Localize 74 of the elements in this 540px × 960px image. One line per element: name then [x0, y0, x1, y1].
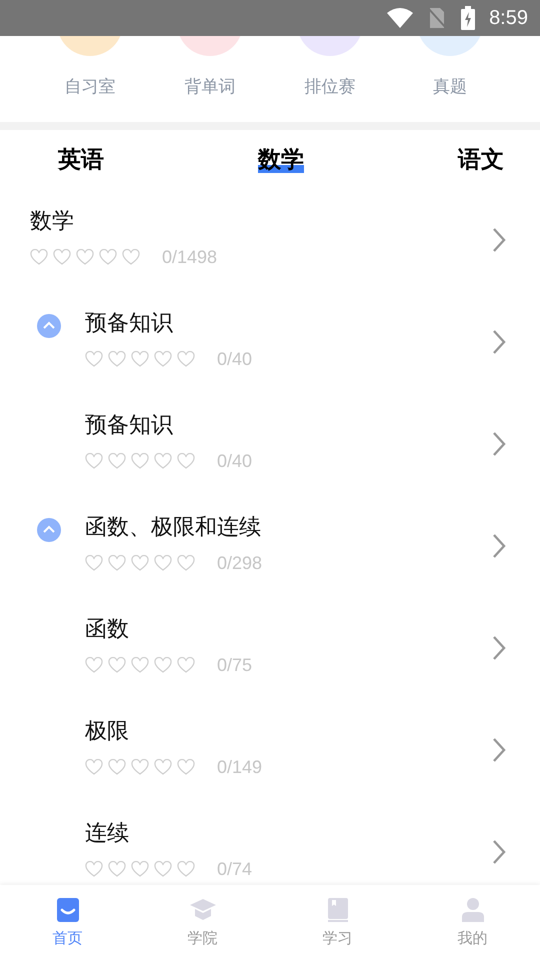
heart-icon	[85, 759, 103, 776]
collapse-icon[interactable]	[37, 518, 61, 542]
heart-icon	[177, 453, 195, 470]
heart-icon	[177, 657, 195, 674]
heart-icon	[99, 249, 117, 266]
heart-icon	[154, 351, 172, 368]
heart-icon	[131, 759, 149, 776]
chapter-title: 预备知识	[85, 310, 173, 338]
heart-icon	[177, 351, 195, 368]
heart-icon	[177, 861, 195, 878]
heart-icon	[85, 861, 103, 878]
chevron-icon[interactable]	[492, 737, 506, 763]
chapter-title: 预备知识	[85, 412, 173, 440]
chapter-title: 函数	[85, 616, 129, 644]
heart-icon	[85, 657, 103, 674]
chevron-icon[interactable]	[492, 329, 506, 355]
nav-tab[interactable]: 我的	[428, 885, 518, 960]
heart-icon	[131, 555, 149, 572]
heart-icon	[108, 351, 126, 368]
battery-icon	[461, 6, 476, 30]
chevron-icon[interactable]	[492, 533, 506, 559]
nav-tab[interactable]: 学院	[158, 885, 248, 960]
feature-link[interactable]: 排位赛	[304, 75, 356, 98]
progress-count: 0/40	[217, 349, 252, 370]
nav-tab[interactable]: 首页	[22, 885, 112, 960]
person-icon	[460, 897, 486, 923]
heart-icon	[131, 657, 149, 674]
nav-tab[interactable]: 学习	[292, 885, 382, 960]
progress-count: 0/149	[217, 757, 262, 778]
heart-icon	[154, 555, 172, 572]
progress-count: 0/74	[217, 859, 252, 880]
heart-icon	[53, 249, 71, 266]
heart-icon	[177, 555, 195, 572]
heart-icon	[76, 249, 94, 266]
heart-icon	[154, 453, 172, 470]
clock: 8:59	[489, 6, 528, 30]
heart-icon	[108, 657, 126, 674]
chevron-icon[interactable]	[492, 431, 506, 457]
heart-icon	[131, 861, 149, 878]
heart-icon	[108, 861, 126, 878]
feature-link[interactable]: 真题	[433, 75, 467, 98]
chapter-title: 极限	[85, 718, 129, 746]
subject-tab[interactable]: 语文	[458, 147, 504, 173]
chevron-icon[interactable]	[492, 227, 506, 253]
progress-count: 0/75	[217, 655, 252, 676]
progress-count: 0/40	[217, 451, 252, 472]
heart-icon	[108, 759, 126, 776]
heart-icon	[85, 555, 103, 572]
progress-count: 0/298	[217, 553, 262, 574]
graduation-cap-icon	[190, 897, 216, 923]
heart-icon	[154, 759, 172, 776]
heart-icon	[154, 657, 172, 674]
feature-link[interactable]: 自习室	[64, 75, 116, 98]
subject-tab[interactable]: 英语	[58, 147, 104, 173]
chapter-title: 连续	[85, 820, 129, 848]
heart-icon	[177, 759, 195, 776]
heart-icon	[108, 453, 126, 470]
home-icon	[54, 897, 80, 923]
chapter-title: 函数、极限和连续	[85, 514, 261, 542]
heart-icon	[30, 249, 48, 266]
heart-icon	[131, 453, 149, 470]
chevron-icon[interactable]	[492, 839, 506, 865]
chevron-icon[interactable]	[492, 635, 506, 661]
heart-icon	[131, 351, 149, 368]
heart-icon	[122, 249, 140, 266]
heart-icon	[85, 351, 103, 368]
heart-icon	[85, 453, 103, 470]
heart-icon	[154, 861, 172, 878]
progress-count: 0/1498	[162, 247, 218, 268]
wifi-icon	[387, 8, 414, 28]
heart-icon	[108, 555, 126, 572]
feature-link[interactable]: 背单词	[184, 75, 236, 98]
collapse-icon[interactable]	[37, 314, 61, 338]
chapter-title: 数学	[30, 208, 74, 236]
